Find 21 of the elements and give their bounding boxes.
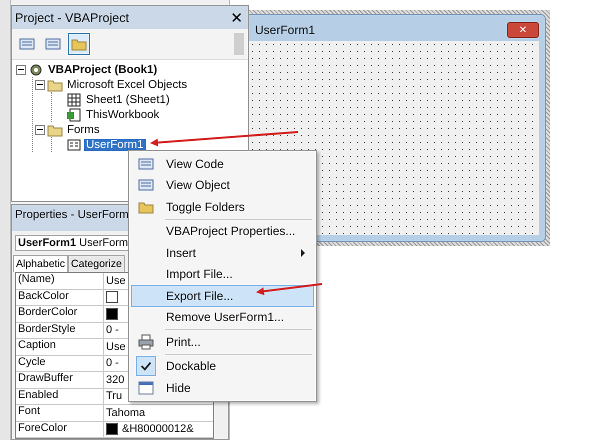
property-value: &H80000012& xyxy=(122,423,194,436)
property-value: Use xyxy=(106,340,126,353)
property-value: Use xyxy=(106,274,126,287)
property-name: Enabled xyxy=(16,388,104,404)
property-value: 0 - xyxy=(106,357,119,370)
property-value: 0 - xyxy=(106,324,119,336)
property-name: Cycle xyxy=(16,356,104,371)
property-name: Caption xyxy=(16,339,104,354)
property-name: DrawBuffer xyxy=(16,372,104,388)
property-value: Tahoma xyxy=(106,406,146,419)
property-name: ForeColor xyxy=(16,422,104,437)
panel-title: Project - VBAProject xyxy=(15,10,129,24)
panel-title: Properties - UserForm xyxy=(15,209,129,221)
property-value: Tru xyxy=(106,390,122,402)
property-value: 320 xyxy=(106,374,124,386)
form-title: UserForm1 xyxy=(255,23,316,37)
property-name: BorderColor xyxy=(16,306,104,322)
property-name: BackColor xyxy=(16,290,104,305)
property-name: Font xyxy=(16,405,104,420)
property-name: BorderStyle xyxy=(16,322,104,338)
property-name: (Name) xyxy=(16,273,104,288)
